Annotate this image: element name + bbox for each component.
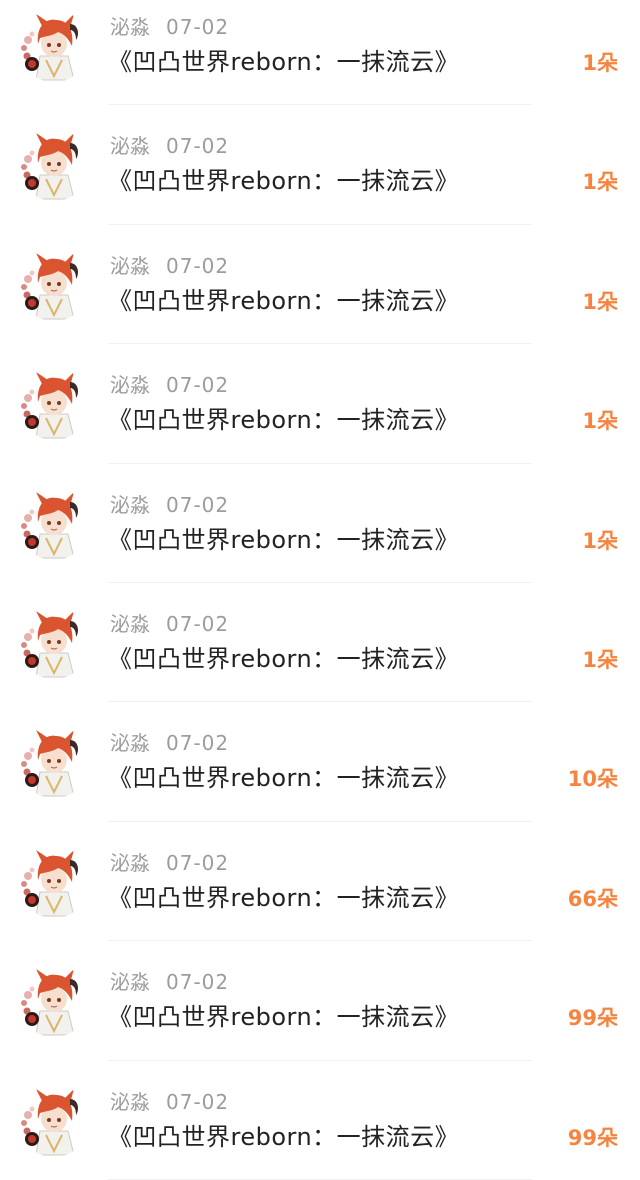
user-name[interactable]: 泌淼 [110, 970, 150, 994]
date-label: 07-02 [166, 850, 230, 875]
list-item[interactable]: 泌淼 07-02 《凹凸世界reborn：一抹流云》 1朵 [0, 344, 640, 464]
work-title[interactable]: 《凹凸世界reborn：一抹流云》 [108, 46, 459, 78]
anime-avatar-icon [18, 965, 90, 1038]
meta-line: 泌淼 07-02 [110, 372, 229, 398]
date-label: 07-02 [166, 970, 230, 995]
meta-line: 泌淼 07-02 [110, 253, 229, 279]
meta-line: 泌淼 07-02 [110, 730, 229, 756]
user-name[interactable]: 泌淼 [110, 134, 150, 158]
avatar[interactable] [18, 248, 90, 321]
work-title[interactable]: 《凹凸世界reborn：一抹流云》 [108, 1121, 459, 1153]
date-label: 07-02 [166, 134, 230, 159]
anime-avatar-icon [18, 726, 90, 799]
list-item[interactable]: 泌淼 07-02 《凹凸世界reborn：一抹流云》 99朵 [0, 941, 640, 1061]
meta-line: 泌淼 07-02 [110, 850, 229, 876]
user-name[interactable]: 泌淼 [110, 254, 150, 278]
date-label: 07-02 [166, 373, 230, 398]
gift-count: 1朵 [582, 289, 618, 314]
user-name[interactable]: 泌淼 [110, 731, 150, 755]
anime-avatar-icon [18, 845, 90, 918]
avatar[interactable] [18, 726, 90, 799]
date-label: 07-02 [166, 731, 230, 756]
avatar[interactable] [18, 487, 90, 560]
avatar[interactable] [18, 1084, 90, 1157]
avatar[interactable] [18, 368, 90, 441]
avatar[interactable] [18, 965, 90, 1038]
user-name[interactable]: 泌淼 [110, 612, 150, 636]
avatar[interactable] [18, 10, 90, 82]
gift-count: 1朵 [582, 647, 618, 672]
gift-count: 10朵 [567, 767, 618, 792]
user-name[interactable]: 泌淼 [110, 851, 150, 875]
work-title[interactable]: 《凹凸世界reborn：一抹流云》 [108, 1001, 459, 1033]
meta-line: 泌淼 07-02 [110, 969, 229, 995]
gift-count: 66朵 [567, 886, 618, 911]
date-label: 07-02 [166, 1089, 230, 1114]
anime-avatar-icon [18, 10, 90, 82]
date-label: 07-02 [166, 611, 230, 636]
gift-count: 1朵 [582, 51, 618, 75]
work-title[interactable]: 《凹凸世界reborn：一抹流云》 [108, 404, 459, 436]
list-item[interactable]: 泌淼 07-02 《凹凸世界reborn：一抹流云》 66朵 [0, 822, 640, 942]
avatar[interactable] [18, 845, 90, 918]
user-name[interactable]: 泌淼 [110, 15, 150, 39]
date-label: 07-02 [166, 253, 230, 278]
anime-avatar-icon [18, 606, 90, 679]
work-title[interactable]: 《凹凸世界reborn：一抹流云》 [108, 524, 459, 556]
list-item[interactable]: 泌淼 07-02 《凹凸世界reborn：一抹流云》 1朵 [0, 583, 640, 703]
user-name[interactable]: 泌淼 [110, 373, 150, 397]
list-item[interactable]: 泌淼 07-02 《凹凸世界reborn：一抹流云》 1朵 [0, 225, 640, 345]
list-item[interactable]: 泌淼 07-02 《凹凸世界reborn：一抹流云》 1朵 [0, 105, 640, 225]
list-item[interactable]: 泌淼 07-02 《凹凸世界reborn：一抹流云》 1朵 [0, 464, 640, 583]
anime-avatar-icon [18, 1084, 90, 1157]
list-item[interactable]: 泌淼 07-02 《凹凸世界reborn：一抹流云》 99朵 [0, 1061, 640, 1180]
avatar[interactable] [18, 129, 90, 202]
user-name[interactable]: 泌淼 [110, 1090, 150, 1114]
gift-count: 1朵 [582, 409, 618, 434]
anime-avatar-icon [18, 368, 90, 441]
meta-line: 泌淼 07-02 [110, 133, 229, 159]
gift-count: 1朵 [582, 528, 618, 553]
gift-count: 99朵 [567, 1006, 618, 1031]
list-item[interactable]: 泌淼 07-02 《凹凸世界reborn：一抹流云》 10朵 [0, 702, 640, 822]
list-item[interactable]: 泌淼 07-02 《凹凸世界reborn：一抹流云》 1朵 [0, 0, 640, 106]
anime-avatar-icon [18, 248, 90, 321]
meta-line: 泌淼 07-02 [110, 611, 229, 637]
work-title[interactable]: 《凹凸世界reborn：一抹流云》 [108, 882, 459, 914]
gift-count: 99朵 [567, 1125, 618, 1150]
work-title[interactable]: 《凹凸世界reborn：一抹流云》 [108, 762, 459, 794]
date-label: 07-02 [166, 15, 230, 39]
work-title[interactable]: 《凹凸世界reborn：一抹流云》 [108, 643, 459, 675]
avatar[interactable] [18, 606, 90, 679]
meta-line: 泌淼 07-02 [110, 492, 229, 518]
meta-line: 泌淼 07-02 [110, 14, 229, 40]
anime-avatar-icon [18, 129, 90, 202]
work-title[interactable]: 《凹凸世界reborn：一抹流云》 [108, 285, 459, 317]
gift-record-list: 泌淼 07-02 《凹凸世界reborn：一抹流云》 1朵 泌淼 07-02 《凹凸… [0, 0, 640, 1180]
work-title[interactable]: 《凹凸世界reborn：一抹流云》 [108, 165, 459, 197]
meta-line: 泌淼 07-02 [110, 1089, 229, 1115]
date-label: 07-02 [166, 492, 230, 517]
gift-count: 1朵 [582, 170, 618, 195]
anime-avatar-icon [18, 487, 90, 560]
user-name[interactable]: 泌淼 [110, 493, 150, 517]
